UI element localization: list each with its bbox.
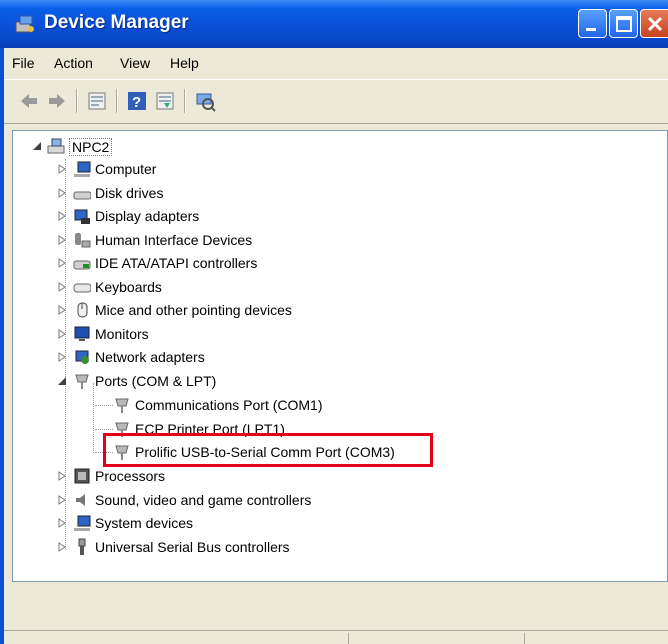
highlight-box [103,433,433,467]
tree-item-label: Processors [95,468,166,484]
close-button[interactable] [640,9,668,38]
expand-icon[interactable] [58,471,67,481]
tree-item-label: IDE ATA/ATAPI controllers [95,255,258,271]
monitor-icon [74,326,90,341]
ide-controller-icon [73,260,91,270]
tree-item-label: Communications Port (COM1) [135,397,323,413]
expand-icon[interactable] [58,352,67,362]
expand-icon[interactable] [58,518,67,528]
back-icon[interactable] [18,90,40,112]
tree-item-label: Human Interface Devices [95,232,253,248]
menu-bar: File Action View Help [4,48,668,78]
port-icon [75,374,89,389]
hid-icon [75,233,91,248]
tree-line [95,405,113,406]
title-bar[interactable]: Device Manager [0,0,668,48]
tree-line [93,383,94,453]
maximize-button[interactable] [609,9,638,38]
help-icon[interactable]: ? [126,90,148,112]
usb-icon [78,538,86,555]
toolbar-separator [76,89,78,113]
sound-icon [76,494,85,506]
computer-network-icon [47,138,65,154]
tree-item-label: Ports (COM & LPT) [95,373,217,389]
expand-icon[interactable] [58,542,67,552]
tree-item-label: Universal Serial Bus controllers [95,539,290,555]
device-tree[interactable]: NPC2 Computer Disk drives Display adapte… [12,130,668,582]
expand-icon[interactable] [58,188,67,198]
tree-item-label: System devices [95,515,194,531]
port-icon [115,398,129,413]
toolbar-separator [184,89,186,113]
tree-line [95,429,113,430]
tree-item-label: Mice and other pointing devices [95,302,292,318]
menu-help[interactable]: Help [170,55,199,71]
menu-view[interactable]: View [120,55,150,71]
network-adapter-icon [75,350,89,364]
menu-action[interactable]: Action [54,55,93,71]
expand-icon[interactable] [58,235,67,245]
collapse-icon[interactable] [58,376,67,386]
system-device-icon [74,515,91,531]
window-title: Device Manager [44,12,189,33]
expand-icon[interactable] [58,211,67,221]
expand-icon[interactable] [58,495,67,505]
mouse-icon [77,302,88,318]
tree-item-label: Display adapters [95,208,200,224]
tree-item-label: Disk drives [95,185,164,201]
device-manager-icon [14,14,36,34]
status-bar [4,630,668,644]
forward-icon[interactable] [46,90,68,112]
status-panel [348,633,349,644]
disk-drive-icon [73,191,91,200]
expand-icon[interactable] [58,258,67,268]
menu-file[interactable]: File [12,55,35,71]
update-driver-icon[interactable] [154,90,176,112]
tree-item-label: Network adapters [95,349,205,365]
minimize-button[interactable] [578,9,607,38]
expand-icon[interactable] [58,329,67,339]
tree-item-label: Keyboards [95,279,162,295]
expand-icon[interactable] [58,282,67,292]
tree-root-label[interactable]: NPC2 [69,138,113,156]
expand-icon[interactable] [58,164,67,174]
display-adapter-icon [74,209,90,224]
tree-item-label: Monitors [95,326,149,342]
toolbar: ? [4,79,668,124]
tree-item-label: Sound, video and game controllers [95,492,312,508]
computer-icon [74,161,91,177]
properties-icon[interactable] [86,90,108,112]
toolbar-separator [116,89,118,113]
device-manager-window: Device Manager File Action View Help ? N… [0,0,668,644]
collapse-icon[interactable] [33,141,42,151]
keyboard-icon [73,283,91,293]
processor-icon [74,468,90,484]
status-panel [524,633,525,644]
expand-icon[interactable] [58,305,67,315]
svg-text:?: ? [132,94,141,111]
tree-item-label: Computer [95,161,157,177]
scan-hardware-icon[interactable] [194,90,216,112]
